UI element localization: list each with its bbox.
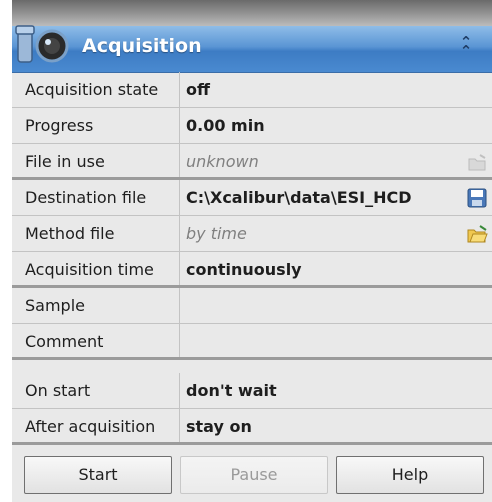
row-label: Acquisition state xyxy=(12,72,180,107)
row-comment[interactable]: Comment xyxy=(12,324,492,360)
camera-icon xyxy=(15,25,69,63)
acquisition-state-value: off xyxy=(186,80,210,99)
row-label: Progress xyxy=(12,108,180,143)
progress-value: 0.00 min xyxy=(186,116,265,135)
panel-header[interactable]: Acquisition ⌃ ⌃ xyxy=(12,25,492,73)
row-progress: Progress 0.00 min xyxy=(12,108,492,144)
acquisition-time-value[interactable]: continuously xyxy=(186,252,302,287)
row-acquisition-time[interactable]: Acquisition time continuously xyxy=(12,252,492,288)
row-label: After acquisition xyxy=(12,409,180,442)
start-button[interactable]: Start xyxy=(24,456,172,494)
row-label: Method file xyxy=(12,216,180,251)
row-label: On start xyxy=(12,373,180,408)
double-chevron-up-icon[interactable]: ⌃ ⌃ xyxy=(456,35,476,60)
open-folder-icon xyxy=(468,154,486,171)
row-on-start[interactable]: On start don't wait xyxy=(12,373,492,409)
row-destination-file[interactable]: Destination file C:\Xcalibur\data\ESI_HC… xyxy=(12,180,492,216)
open-folder-icon[interactable] xyxy=(466,223,488,245)
row-label: Acquisition time xyxy=(12,252,180,285)
row-after-acquisition[interactable]: After acquisition stay on xyxy=(12,409,492,445)
row-label: File in use xyxy=(12,144,180,177)
row-label: Comment xyxy=(12,324,180,357)
window-top-strip xyxy=(12,0,492,26)
row-sample[interactable]: Sample xyxy=(12,288,492,324)
row-method-file[interactable]: Method file by time xyxy=(12,216,492,252)
method-file-value[interactable]: by time xyxy=(186,216,247,251)
help-button[interactable]: Help xyxy=(336,456,484,494)
on-start-value[interactable]: don't wait xyxy=(186,373,277,408)
panel-title: Acquisition xyxy=(82,35,202,57)
row-label: Sample xyxy=(12,288,180,323)
button-bar: Start Pause Help xyxy=(12,447,492,502)
row-file-in-use: File in use unknown xyxy=(12,144,492,180)
destination-file-value[interactable]: C:\Xcalibur\data\ESI_HCD xyxy=(186,180,412,215)
save-icon[interactable] xyxy=(466,187,488,209)
file-in-use-value: unknown xyxy=(186,152,259,171)
row-acquisition-state: Acquisition state off xyxy=(12,72,492,108)
row-label: Destination file xyxy=(12,180,180,215)
acquisition-panel: Acquisition ⌃ ⌃ Acquisition state off Pro… xyxy=(12,25,492,502)
pause-button[interactable]: Pause xyxy=(180,456,328,494)
after-acquisition-value[interactable]: stay on xyxy=(186,409,252,444)
